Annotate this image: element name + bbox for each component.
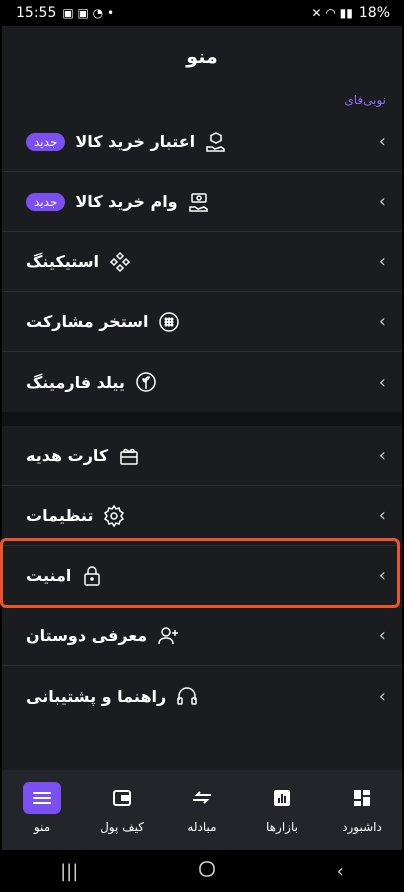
menu-screen: منو نوبی‌فای اعتبار خرید کالا جدید ‹ وام… [2,26,402,850]
staking-icon [107,249,133,275]
menu-item-security[interactable]: امنیت ‹ [2,546,402,606]
nav-wallet[interactable]: کیف پول [87,782,157,834]
nav-label: داشبورد [342,820,382,834]
nav-dashboard[interactable]: داشبورد [327,782,397,834]
chevron-left-icon: ‹ [378,445,386,466]
settings-icon [101,503,127,529]
chevron-left-icon: ‹ [378,505,386,526]
menu-item-label: ییلد فارمینگ [26,372,125,392]
add-user-icon [155,623,181,649]
headphones-icon [174,683,200,709]
menu-group-1: اعتبار خرید کالا جدید ‹ وام خرید کالا جد… [2,112,402,412]
back-button[interactable]: ‹ [337,861,344,882]
menu-item-label: امنیت [26,566,72,585]
nav-label: کیف پول [100,820,144,834]
gift-card-icon [116,443,142,469]
menu-item-yield-farming[interactable]: ییلد فارمینگ ‹ [2,352,402,412]
new-badge: جدید [26,132,66,151]
menu-item-label: کارت هدیه [26,446,109,465]
status-time: 15:55 [16,5,57,21]
recents-button[interactable]: ||| [60,861,78,882]
chart-icon [263,782,301,814]
nav-markets[interactable]: بازارها [247,782,317,834]
section-label: نوبی‌فای [344,93,386,107]
package-hand-icon [203,129,229,155]
dashboard-icon [343,782,381,814]
chevron-left-icon: ‹ [378,565,386,586]
page-title: منو [186,46,218,68]
menu-item-label: اعتبار خرید کالا [75,132,196,151]
menu-item-invite-friends[interactable]: معرفی دوستان ‹ [2,606,402,666]
menu-item-staking[interactable]: استیکینگ ‹ [2,232,402,292]
battery-level: 18% [358,5,390,21]
nav-label: منو [33,820,51,834]
chevron-left-icon: ‹ [378,311,386,332]
menu-item-goods-loan[interactable]: وام خرید کالا جدید ‹ [2,172,402,232]
section-divider [2,412,402,426]
status-left: 15:55 ▣ ▣ ◔ • [16,5,114,21]
wallet-icon [103,782,141,814]
system-navigation-bar: ||| ‹ [0,850,404,892]
yield-farming-icon [133,369,159,395]
chevron-left-icon: ‹ [378,191,386,212]
menu-item-gift-card[interactable]: کارت هدیه ‹ [2,426,402,486]
status-bar: 15:55 ▣ ▣ ◔ • ✕ ◠ ▮▮ 18% [0,0,404,26]
chevron-left-icon: ‹ [378,685,386,707]
cash-hand-icon [186,189,212,215]
menu-item-label: وام خرید کالا [75,192,178,211]
nav-label: بازارها [266,820,298,834]
chevron-left-icon: ‹ [378,625,386,646]
home-button[interactable] [198,860,216,883]
chevron-left-icon: ‹ [378,131,386,152]
menu-item-liquidity-pool[interactable]: استخر مشارکت ‹ [2,292,402,352]
menu-item-help-support[interactable]: راهنما و پشتیبانی ‹ [2,666,402,726]
lock-icon [79,563,105,589]
signal-icons: ✕ ◠ ▮▮ [311,6,353,20]
notification-icons: ▣ ▣ ◔ • [62,6,115,20]
menu-item-label: راهنما و پشتیبانی [26,686,167,706]
status-right: ✕ ◠ ▮▮ 18% [312,5,391,21]
pool-icon [156,309,182,335]
menu-item-label: تنظیمات [26,506,94,525]
nav-label: مبادله [187,820,217,834]
menu-item-label: استخر مشارکت [26,312,149,331]
chevron-left-icon: ‹ [378,251,386,272]
menu-group-2: کارت هدیه ‹ تنظیمات ‹ امنیت ‹ معرفی دوست… [2,426,402,726]
menu-item-goods-credit[interactable]: اعتبار خرید کالا جدید ‹ [2,112,402,172]
menu-item-label: استیکینگ [26,252,100,271]
bottom-navigation: منو کیف پول مبادله بازارها داشبورد [2,770,402,850]
menu-icon [23,782,61,814]
nav-menu[interactable]: منو [7,782,77,834]
chevron-left-icon: ‹ [378,371,386,393]
exchange-icon [183,782,221,814]
new-badge: جدید [26,192,66,211]
menu-item-label: معرفی دوستان [26,626,148,645]
menu-item-settings[interactable]: تنظیمات ‹ [2,486,402,546]
nav-exchange[interactable]: مبادله [167,782,237,834]
